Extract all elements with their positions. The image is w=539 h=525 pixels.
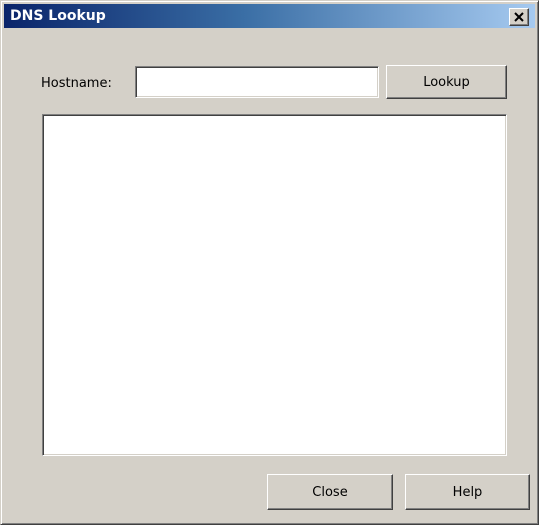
title-bar[interactable]: DNS Lookup xyxy=(4,4,535,28)
dns-lookup-dialog: DNS Lookup Hostname: Lookup Close Help xyxy=(0,0,539,525)
hostname-label: Hostname: xyxy=(41,76,112,91)
lookup-button[interactable]: Lookup xyxy=(386,65,507,99)
close-icon xyxy=(514,12,524,22)
hostname-input[interactable] xyxy=(135,66,379,98)
help-button[interactable]: Help xyxy=(405,474,530,510)
close-button[interactable]: Close xyxy=(267,474,393,510)
titlebar-close-button[interactable] xyxy=(509,8,529,26)
window-title: DNS Lookup xyxy=(10,8,106,24)
results-area[interactable] xyxy=(42,114,507,456)
